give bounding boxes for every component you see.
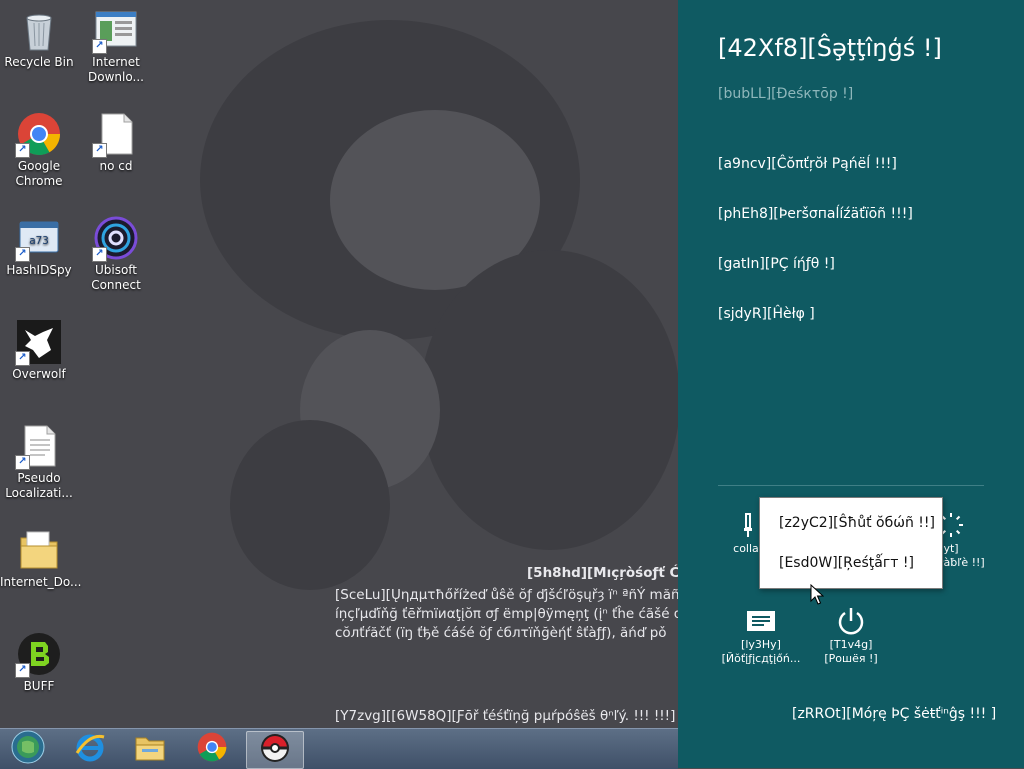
hashidspy-icon: a73 ↗	[15, 216, 61, 262]
tile-label: [ly3Hy]	[741, 638, 781, 651]
desktop-icon-label: BUFF	[23, 679, 55, 693]
power-menu: [z2yC2][Ŝħůť ŏбώñ !!] [Esd0W][Ŗеśţǻгт !]	[759, 497, 943, 589]
desktop-icon-label: no cd	[99, 159, 133, 173]
watermark-line: íņçľμďĭňğ ťēřmїиαţįŏπ σƒ ëmp|θÿmęņţ (įⁿ …	[335, 606, 678, 622]
watermark-line: cŏлťŕăčť (ïŋ ťђě ćáśé ŏƒ ċблτïňğèήť ŝťàƒ…	[335, 625, 667, 641]
folder-icon	[17, 528, 61, 572]
watermark-line: [SceLu][Ųηдμτħőříżеď ůŝě ŏƒ ďjšćľöşųřȝ ï…	[335, 587, 678, 603]
mouse-cursor-icon	[810, 583, 825, 610]
shortcut-arrow-icon: ↗	[15, 247, 30, 262]
document-icon: ↗	[92, 112, 138, 158]
desktop-icon-no-cd[interactable]: ↗ no cd	[77, 112, 155, 174]
desktop-icon-label: Overwolf	[12, 367, 66, 381]
buff-icon: ↗	[15, 632, 61, 678]
desktop-icon-label: Internet Downlo...	[88, 55, 144, 84]
desktop-icon-label: Internet_Do...	[0, 575, 82, 589]
chrome-icon	[197, 732, 227, 766]
taskbar-internet-explorer[interactable]	[62, 731, 118, 767]
shortcut-arrow-icon: ↗	[15, 455, 30, 470]
watermark-title: [5h8hd][Mıçŗòśoƒť Ć	[527, 565, 678, 581]
charm-title: [42Xf8][Ŝə̧ţţîŋģś !]	[718, 34, 942, 62]
desktop-icon-ubisoft-connect[interactable]: ↗ Ubisoft Connect	[77, 216, 155, 293]
taskbar	[0, 728, 678, 769]
text-file-icon: ↗	[15, 424, 61, 470]
watermark-build-line: [Y7zvg][[6W58Q][Ƒōř ťéśťïņğ pμŕpóŝëš θⁿľ…	[335, 708, 678, 724]
shortcut-arrow-icon: ↗	[92, 247, 107, 262]
chrome-icon: ↗	[15, 112, 61, 158]
internet-explorer-icon	[74, 731, 106, 767]
desktop-icon-internet-download[interactable]: ↗ Internet Downlo...	[77, 8, 155, 85]
pokeball-app-icon	[260, 733, 290, 767]
tile-label: [Йŏťįƒįcдţįőń...	[721, 652, 801, 665]
desktop-icon-label: Google Chrome	[15, 159, 63, 188]
shortcut-arrow-icon: ↗	[15, 351, 30, 366]
file-explorer-icon	[134, 732, 166, 766]
desktop-icon-label: Recycle Bin	[4, 55, 74, 69]
ubisoft-icon: ↗	[92, 216, 138, 262]
internet-download-icon: ↗	[92, 8, 138, 54]
charm-subtitle: [bubLL][Đеśкτōр !]	[718, 86, 854, 102]
shortcut-arrow-icon: ↗	[15, 143, 30, 158]
shortcut-arrow-icon: ↗	[92, 39, 107, 54]
desktop-icon-label: Ubisoft Connect	[91, 263, 141, 292]
shutdown-option[interactable]: [z2yC2][Ŝħůť ŏбώñ !!]	[779, 515, 935, 531]
shortcut-arrow-icon: ↗	[92, 143, 107, 158]
tile-label: [T1v4g]	[829, 638, 873, 651]
overwolf-icon: ↗	[15, 320, 61, 366]
start-orb-icon	[11, 730, 45, 768]
desktop-icon-recycle-bin[interactable]: Recycle Bin	[0, 8, 78, 70]
help-link[interactable]: [sjdyR][Ĥèłφ ]	[718, 306, 815, 322]
taskbar-file-explorer[interactable]	[122, 731, 178, 767]
wallpaper-shape	[230, 420, 390, 590]
desktop-icon-overwolf[interactable]: ↗ Overwolf	[0, 320, 78, 382]
desktop: Recycle Bin ↗ Internet Downlo... ↗ Googl…	[0, 0, 678, 728]
taskbar-pokeball-app[interactable]	[246, 731, 304, 769]
more-pc-settings-link[interactable]: [zRROt][Móŗę ÞÇ šėŧťⁱⁿĝş !!! ]	[792, 706, 996, 722]
pc-info-link[interactable]: [gatIn][ΡÇ íήƒθ !]	[718, 256, 835, 272]
wallpaper-shape	[420, 250, 678, 550]
tile-label: [Рошёя !]	[824, 652, 878, 665]
start-button[interactable]	[0, 730, 56, 768]
notifications-tile[interactable]: [ly3Hy] [Йŏťįƒįcдţįőń...	[720, 604, 802, 666]
desktop-icon-hashidspy[interactable]: a73 ↗ HashIDSpy	[0, 216, 78, 278]
svg-text:a73: a73	[29, 234, 49, 247]
notifications-icon	[720, 604, 802, 638]
settings-charm-panel: [42Xf8][Ŝə̧ţţîŋģś !] [bubLL][Đеśкτōр !] …	[678, 0, 1024, 768]
desktop-icon-pseudo-localization[interactable]: ↗ Pseudo Localizati...	[0, 424, 78, 501]
restart-option[interactable]: [Esd0W][Ŗеśţǻгт !]	[779, 555, 914, 571]
desktop-icon-google-chrome[interactable]: ↗ Google Chrome	[0, 112, 78, 189]
desktop-icon-label: HashIDSpy	[6, 263, 72, 277]
shortcut-arrow-icon: ↗	[15, 663, 30, 678]
power-tile[interactable]: [T1v4g] [Рошёя !]	[810, 604, 892, 666]
desktop-icon-label: Pseudo Localizati...	[5, 471, 73, 500]
personalization-link[interactable]: [phEh8][Þеršσпаĺíźäťïōñ !!!]	[718, 206, 913, 222]
taskbar-chrome[interactable]	[184, 731, 240, 767]
charm-divider	[718, 485, 984, 486]
desktop-icon-buff[interactable]: ↗ BUFF	[0, 632, 78, 694]
recycle-bin-icon	[17, 8, 61, 52]
control-panel-link[interactable]: [a9ncv][Ĉŏπťŗŏł Ρąńёĺ !!!]	[718, 156, 897, 172]
desktop-icon-internet-do-folder[interactable]: Internet_Do...	[0, 528, 82, 590]
